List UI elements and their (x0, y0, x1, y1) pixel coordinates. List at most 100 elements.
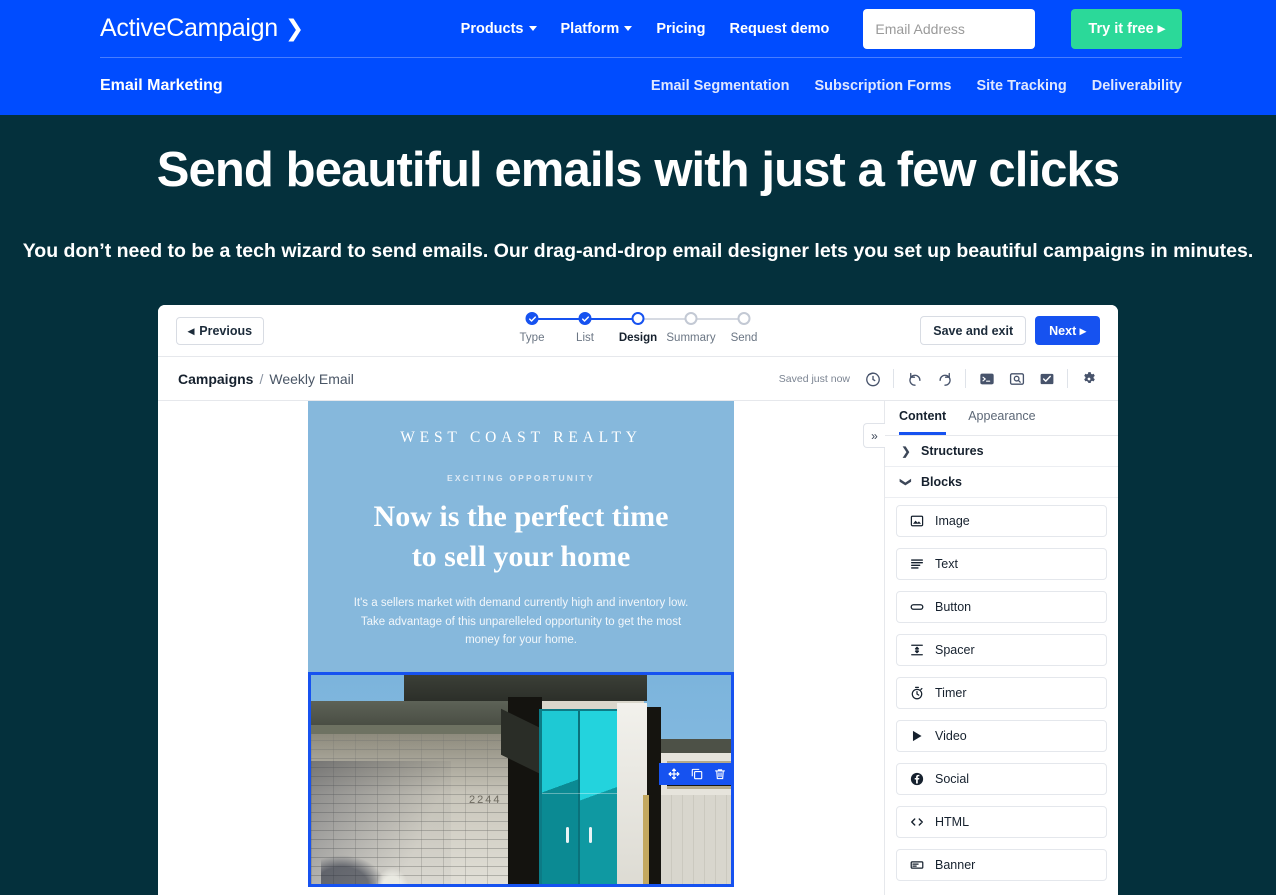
photo-wood-post (643, 795, 649, 885)
subnav-item-deliverability[interactable]: Deliverability (1092, 78, 1182, 94)
previous-label: Previous (199, 323, 253, 338)
settings-gear-icon[interactable] (1079, 369, 1098, 388)
text-lines-icon (909, 557, 924, 572)
revision-history-icon[interactable] (863, 369, 882, 388)
breadcrumb-current[interactable]: Weekly Email (269, 371, 354, 387)
step-design[interactable]: Design (612, 312, 691, 344)
photo-door-divider (578, 711, 580, 885)
email-headline-line1: Now is the perfect time (373, 500, 669, 533)
step-dot-complete (525, 312, 539, 325)
editor-toolbar: Saved just now (779, 369, 1098, 388)
designer-main: WEST COAST REALTY EXCITING OPPORTUNITY N… (158, 401, 1118, 895)
nav-item-products[interactable]: Products (461, 21, 537, 37)
block-label: Banner (935, 858, 976, 872)
arrow-right-icon: ▸ (1157, 20, 1165, 37)
primary-nav-row: ActiveCampaign ❯ Products Platform Prici… (0, 0, 1276, 57)
block-html[interactable]: HTML (896, 806, 1107, 838)
block-label: HTML (935, 815, 970, 829)
step-label: Type (519, 332, 545, 344)
chevron-right-icon: ❯ (284, 15, 304, 41)
step-send[interactable]: Send (718, 312, 771, 344)
photo-right-roof (661, 739, 731, 754)
chevron-right-icon: ❯ (901, 445, 911, 458)
nav-item-label: Pricing (656, 20, 706, 37)
previous-button[interactable]: ◂ Previous (176, 316, 265, 345)
toolbar-divider (893, 369, 894, 388)
checklist-icon[interactable] (1037, 369, 1056, 388)
subnav-item-subscription-forms[interactable]: Subscription Forms (815, 78, 952, 94)
photo-door-left (542, 711, 578, 885)
page-title: Send beautiful emails with just a few cl… (156, 143, 1120, 197)
block-timer[interactable]: Timer (896, 677, 1107, 709)
subnav-item-site-tracking[interactable]: Site Tracking (976, 78, 1066, 94)
image-icon (909, 514, 924, 529)
step-connector (585, 318, 638, 320)
toolbar-divider (1067, 369, 1068, 388)
block-spacer[interactable]: Spacer (896, 634, 1107, 666)
wizard-stepper: Type List Design Summary Send (506, 312, 771, 344)
site-header: ActiveCampaign ❯ Products Platform Prici… (0, 0, 1276, 115)
breadcrumb-separator: / (259, 370, 264, 387)
try-it-free-button[interactable]: Try it free ▸ (1071, 8, 1182, 49)
block-video[interactable]: Video (896, 720, 1107, 752)
facebook-icon (909, 772, 924, 787)
move-icon[interactable] (667, 768, 680, 781)
subnav-item-email-segmentation[interactable]: Email Segmentation (651, 78, 790, 94)
block-label: Image (935, 514, 970, 528)
nav-item-label: Platform (560, 20, 620, 37)
nav-item-request-demo[interactable]: Request demo (729, 21, 829, 37)
step-summary[interactable]: Summary (665, 312, 744, 344)
double-chevron-right-icon[interactable]: » (863, 423, 885, 448)
next-button[interactable]: Next ▸ (1035, 316, 1100, 345)
accordion-blocks[interactable]: ❯ Blocks (885, 467, 1118, 498)
topbar-actions: Save and exit Next ▸ (920, 316, 1100, 345)
nav-item-platform[interactable]: Platform (561, 21, 633, 37)
duplicate-icon[interactable] (690, 768, 703, 781)
undo-icon[interactable] (905, 369, 924, 388)
delete-trash-icon[interactable] (713, 768, 726, 781)
save-and-exit-button[interactable]: Save and exit (920, 316, 1027, 345)
step-label: Design (618, 332, 658, 344)
play-triangle-icon (909, 729, 924, 744)
tab-appearance[interactable]: Appearance (968, 401, 1035, 435)
block-banner[interactable]: Banner (896, 849, 1107, 881)
step-dot-todo (684, 312, 698, 325)
photo-right-recess (647, 707, 661, 885)
step-dot-complete (578, 312, 592, 325)
code-brackets-icon (909, 815, 924, 830)
block-label: Social (935, 772, 970, 786)
step-list[interactable]: List (559, 312, 638, 344)
stopwatch-icon (909, 686, 924, 701)
button-pill-icon (909, 600, 924, 615)
try-it-free-label: Try it free (1088, 20, 1154, 37)
block-social[interactable]: Social (896, 763, 1107, 795)
nav-item-pricing[interactable]: Pricing (656, 21, 705, 37)
block-label: Button (935, 600, 972, 614)
nav-divider (100, 57, 1182, 58)
redo-icon[interactable] (935, 369, 954, 388)
banner-icon (909, 858, 924, 873)
preview-search-icon[interactable] (1007, 369, 1026, 388)
step-connector (638, 318, 691, 320)
accordion-structures[interactable]: ❯ Structures (885, 436, 1118, 467)
accordion-label: Structures (921, 444, 984, 458)
email-canvas[interactable]: WEST COAST REALTY EXCITING OPPORTUNITY N… (158, 401, 884, 895)
photo-eave (311, 725, 511, 735)
subnav-title: Email Marketing (100, 77, 223, 94)
code-terminal-icon[interactable] (977, 369, 996, 388)
selected-image-block[interactable]: 2244 (308, 672, 734, 888)
email-signup-input[interactable] (863, 8, 1036, 49)
blocks-list: Image Text Button Spacer Timer Video Soc… (885, 498, 1118, 895)
block-button[interactable]: Button (896, 591, 1107, 623)
tab-content[interactable]: Content (899, 401, 947, 435)
step-type[interactable]: Type (506, 312, 585, 344)
block-text[interactable]: Text (896, 548, 1107, 580)
photo-roof (311, 701, 518, 726)
breadcrumb-parent[interactable]: Campaigns (178, 371, 253, 387)
hero-section: Send beautiful emails with just a few cl… (0, 115, 1276, 895)
chevron-down-icon: ❯ (899, 477, 912, 487)
activecampaign-logo[interactable]: ActiveCampaign ❯ (100, 14, 304, 43)
block-image[interactable]: Image (896, 505, 1107, 537)
email-document: WEST COAST REALTY EXCITING OPPORTUNITY N… (308, 401, 734, 888)
email-hero-block[interactable]: WEST COAST REALTY EXCITING OPPORTUNITY N… (308, 401, 734, 673)
